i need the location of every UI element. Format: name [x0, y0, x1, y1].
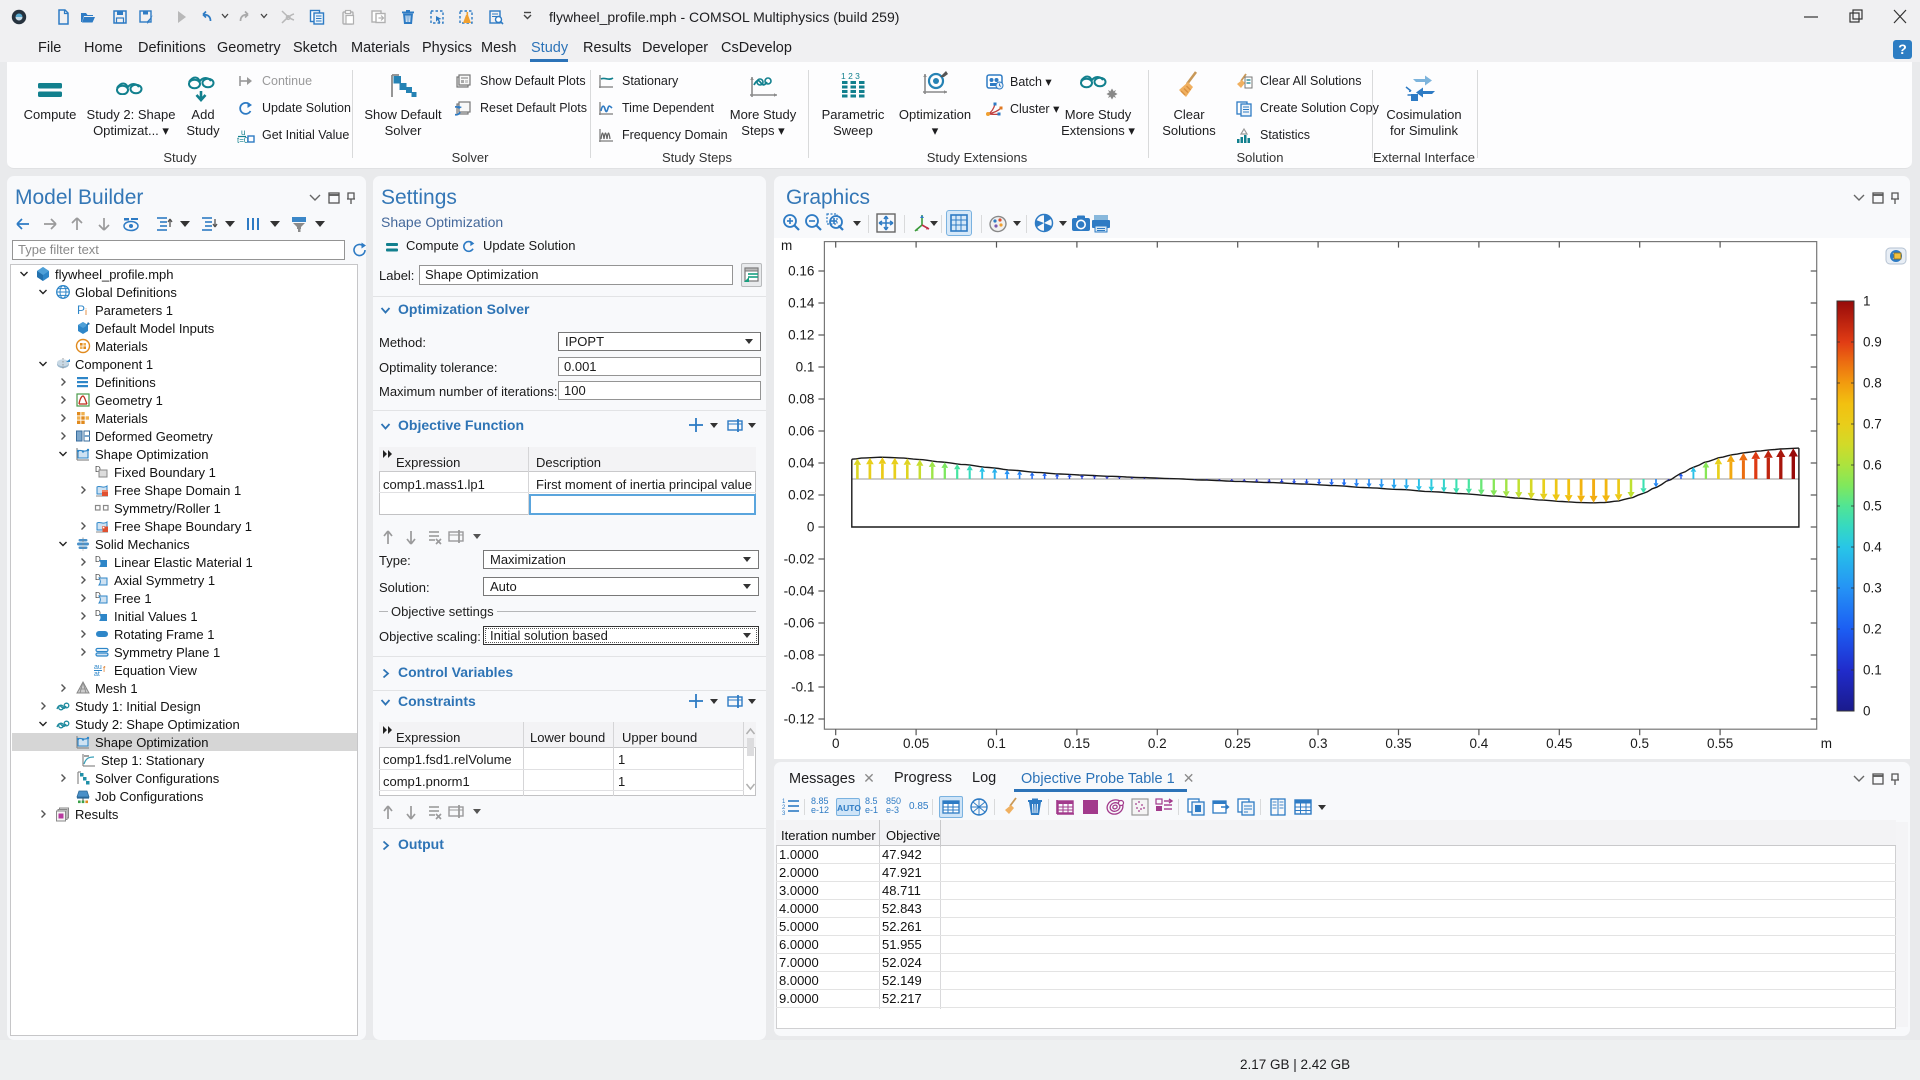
svg-text:0.06: 0.06 — [788, 424, 814, 439]
svg-text:-0.06: -0.06 — [784, 616, 815, 631]
svg-text:0.02: 0.02 — [788, 488, 814, 503]
svg-text:-0.04: -0.04 — [784, 584, 815, 599]
svg-text:au: au — [94, 664, 102, 671]
svg-text:0.5: 0.5 — [1630, 736, 1649, 751]
svg-text:t=0: t=0 — [237, 136, 249, 145]
svg-text:0.5: 0.5 — [1863, 499, 1882, 514]
svg-text:-0.02: -0.02 — [784, 552, 815, 567]
svg-text:1: 1 — [1863, 294, 1871, 309]
svg-text:0.8: 0.8 — [1863, 376, 1882, 391]
svg-text:0: 0 — [832, 736, 840, 751]
svg-text:P: P — [77, 303, 85, 317]
svg-text:1 2 3: 1 2 3 — [841, 72, 860, 81]
svg-text:0.35: 0.35 — [1385, 736, 1411, 751]
svg-text:D: D — [95, 609, 101, 618]
svg-text:0.4: 0.4 — [1470, 736, 1489, 751]
svg-text:m: m — [1821, 736, 1832, 751]
svg-text:0.55: 0.55 — [1707, 736, 1733, 751]
svg-text:0.12: 0.12 — [788, 328, 814, 343]
svg-text:-0.1: -0.1 — [791, 680, 814, 695]
svg-text:m: m — [781, 238, 792, 253]
svg-text:-0.08: -0.08 — [784, 648, 815, 663]
svg-text:i: i — [85, 307, 87, 317]
svg-text:0.2: 0.2 — [1863, 622, 1882, 637]
svg-text:0.15: 0.15 — [1064, 736, 1090, 751]
svg-text:0: 0 — [1863, 704, 1871, 719]
svg-text:0.3: 0.3 — [1309, 736, 1328, 751]
svg-text:0.1: 0.1 — [1863, 663, 1882, 678]
svg-text:0.1: 0.1 — [987, 736, 1006, 751]
svg-text:0.1: 0.1 — [796, 360, 815, 375]
svg-text:0.05: 0.05 — [903, 736, 929, 751]
svg-text:0.9: 0.9 — [1863, 335, 1882, 350]
svg-text:f: f — [103, 665, 106, 674]
svg-text:0.08: 0.08 — [788, 392, 814, 407]
svg-text:D: D — [95, 555, 101, 564]
svg-text:0.04: 0.04 — [788, 456, 815, 471]
svg-text:3: 3 — [782, 811, 786, 817]
svg-text:0.3: 0.3 — [1863, 581, 1882, 596]
svg-text:-0.12: -0.12 — [784, 712, 815, 727]
svg-text:0.45: 0.45 — [1546, 736, 1572, 751]
svg-text:0.16: 0.16 — [788, 264, 814, 279]
svg-text:0: 0 — [807, 520, 815, 535]
svg-text:at: at — [94, 671, 100, 678]
svg-text:0.25: 0.25 — [1225, 736, 1251, 751]
svg-text:0.6: 0.6 — [1863, 458, 1882, 473]
svg-text:0.4: 0.4 — [1863, 540, 1882, 555]
svg-text:0.7: 0.7 — [1863, 417, 1882, 432]
svg-text:0.14: 0.14 — [788, 296, 815, 311]
svg-text:0.2: 0.2 — [1148, 736, 1167, 751]
